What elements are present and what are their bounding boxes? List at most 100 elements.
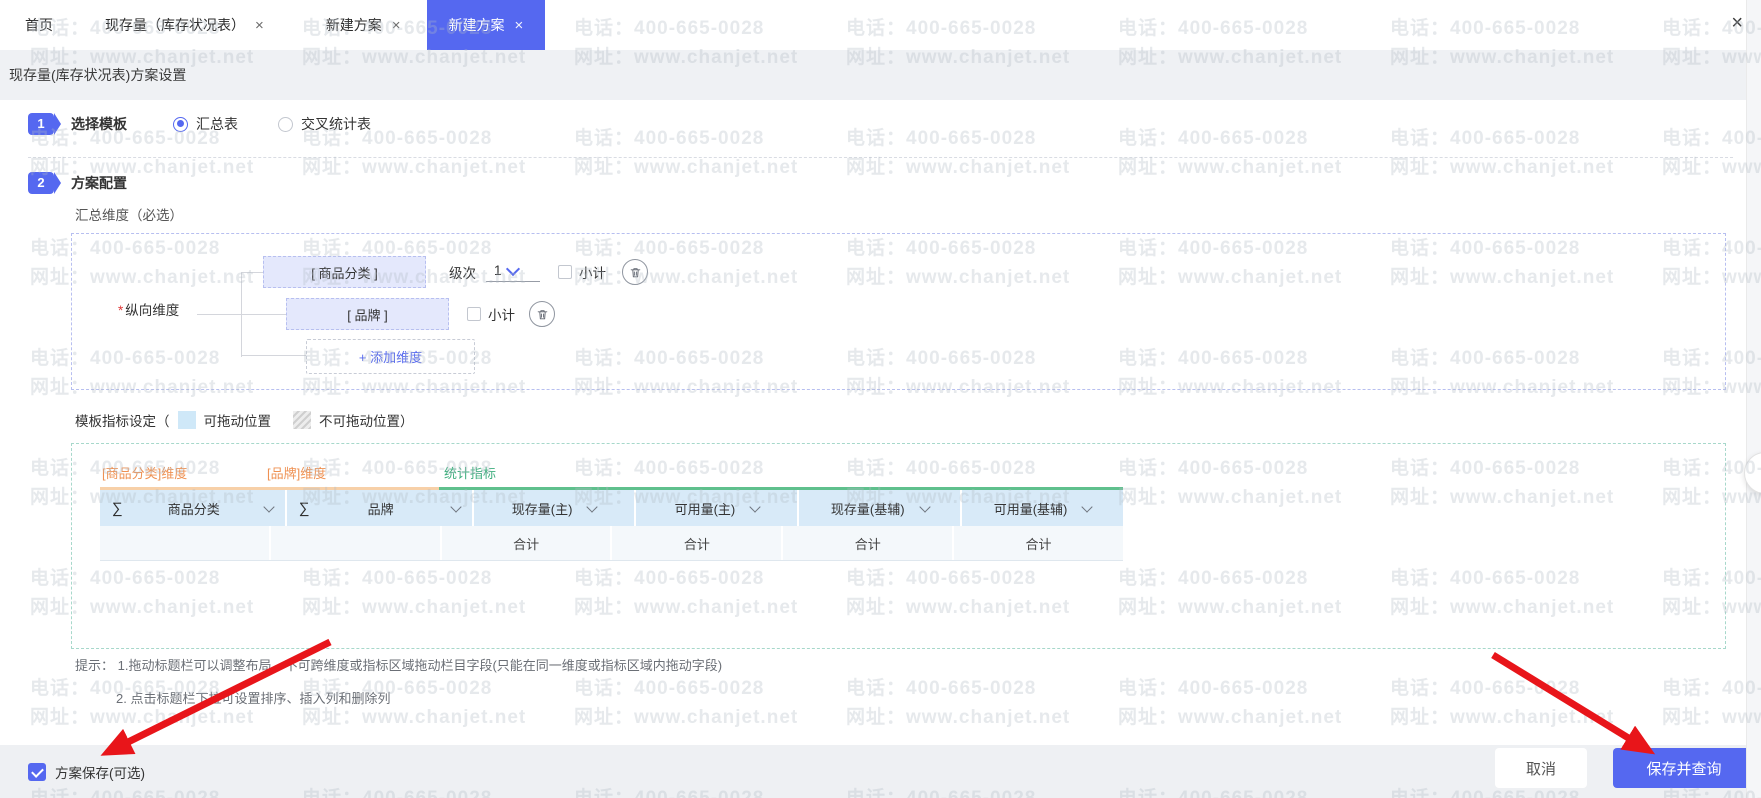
tip-line-2: 2. 点击标题栏下拉可设置排序、插入列和删除列 [116,691,391,706]
chevron-down-icon[interactable] [449,500,462,513]
stat-group-label: 统计指标 [444,466,497,481]
step1-badge: 1 [28,113,61,135]
chevron-down-icon[interactable] [918,500,931,513]
watermark: 电话：400-665-0028网址：www.chanjet.net [1118,678,1343,728]
chevron-down-icon[interactable] [505,261,520,276]
column-label: 现存量(主) [511,501,573,517]
cancel-button[interactable]: 取消 [1495,748,1587,788]
tab-new-plan-1[interactable]: 新建方案 × [314,0,413,50]
sigma-icon[interactable]: ∑ [299,500,310,517]
preview-table: ∑ 商品分类 ∑ 品牌 现存量(主) 可用量(主) 现存量(基辅) 可用量(基辅… [100,490,1123,561]
footer-bar: 方案保存(可选) 取消 保存并查询 [0,745,1761,798]
column-label: 现存量(基辅) [830,501,905,517]
radio-summary-table[interactable]: 汇总表 [173,114,238,134]
total-cell: 合计 [783,526,955,560]
level-label: 级次 [449,266,476,281]
level-value: 1 [494,262,502,278]
radio-selected-icon[interactable] [173,116,188,132]
scrollbar-track[interactable] [1746,0,1761,798]
subtotal-label: 小计 [488,308,515,323]
draggable-label: 可拖动位置 [203,414,272,429]
tab-home[interactable]: 首页 [19,0,59,50]
dimension-chip-label: [ 商品分类 ] [311,265,378,281]
total-cell-empty [271,526,442,560]
dimension-chip-brand[interactable]: [ 品牌 ] [286,298,449,330]
summary-dimension-heading: 汇总维度（必选） [75,208,183,223]
watermark: 电话：400-665-0028网址：www.chanjet.net [1390,128,1615,178]
col-header-available-aux[interactable]: 可用量(基辅) [962,490,1123,526]
trash-icon [630,267,640,277]
watermark: 电话：400-665-0028网址：www.chanjet.net [1390,678,1615,728]
dimension-config-panel: * 纵向维度 [ 商品分类 ] 级次 1 小计 [ 品牌 ] 小计 + 添加维度 [71,233,1726,390]
col-header-available-main[interactable]: 可用量(主) [636,490,800,526]
tip-line-1: 提示： 1.拖动标题栏可以调整布局、不可跨维度或指标区域拖动栏目字段(只能在同一… [75,658,723,673]
tab-new-plan-2-active[interactable]: 新建方案 × [426,0,546,50]
level-select[interactable]: 1 [486,261,540,282]
step2-badge: 2 [28,172,61,194]
close-icon[interactable]: × [1731,13,1743,33]
column-label: 品牌 [367,501,394,517]
col-header-onhand-main[interactable]: 现存量(主) [473,490,637,526]
dimension-chip-product-category[interactable]: [ 商品分类 ] [263,256,426,288]
tab-label: 新建方案 [448,17,505,33]
template-grid-panel: [商品分类]维度 [品牌]维度 统计指标 ∑ 商品分类 ∑ 品牌 现存量(主) [71,443,1726,649]
title-band: 现存量(库存状况表)方案设置 [0,50,1761,100]
column-label: 可用量(主) [674,501,736,517]
tab-bar: 首页 现存量（库存状况表） × 新建方案 × 新建方案 × [0,0,1761,50]
table-header-row: ∑ 商品分类 ∑ 品牌 现存量(主) 可用量(主) 现存量(基辅) 可用量(基辅… [100,490,1123,526]
tab-close-icon[interactable]: × [255,18,264,33]
indicator-setting-row: 模板指标设定（ 可拖动位置 不可拖动位置） [75,410,414,430]
total-cell: 合计 [1025,536,1052,552]
col-header-product-category[interactable]: ∑ 商品分类 [100,490,287,526]
radio-label: 汇总表 [196,116,238,132]
chevron-down-icon[interactable] [586,500,599,513]
step1-row: 1 选择模板 汇总表 交叉统计表 [28,111,371,137]
watermark: 电话：400-665-0028网址：www.chanjet.net [1118,128,1343,178]
dimension-chip-label: [ 品牌 ] [347,307,388,323]
save-plan-option[interactable]: 方案保存(可选) [28,762,145,782]
step1-title: 选择模板 [71,116,127,132]
subtotal-checkbox[interactable] [467,307,481,321]
watermark: 电话：400-665-0028网址：www.chanjet.net [846,128,1071,178]
page-title: 现存量(库存状况表)方案设置 [9,67,187,83]
not-draggable-swatch [293,411,311,429]
watermark: 电话：400-665-0028网址：www.chanjet.net [574,678,799,728]
watermark: 电话：400-665-0028网址：www.chanjet.net [846,678,1071,728]
tab-close-icon[interactable]: × [392,18,401,33]
tab-inventory-report[interactable]: 现存量（库存状况表） × [91,0,278,50]
sigma-icon[interactable]: ∑ [112,500,123,517]
dim-group-label-product-category: [商品分类]维度 [102,466,188,481]
tab-label: 现存量（库存状况表） [105,17,245,33]
vertical-dimension-label: * 纵向维度 [118,303,180,318]
save-and-query-button[interactable]: 保存并查询 [1613,748,1755,788]
tab-close-icon[interactable]: × [515,18,524,33]
tab-label: 首页 [25,17,53,33]
chevron-down-icon[interactable] [263,500,275,513]
column-label: 可用量(基辅) [993,501,1068,517]
subtotal-label: 小计 [579,266,606,281]
total-cell: 合计 [442,526,613,560]
radio-label: 交叉统计表 [301,116,371,132]
step2-title: 方案配置 [71,175,127,191]
chevron-down-icon[interactable] [1081,500,1094,513]
subtotal-checkbox[interactable] [558,265,572,279]
checked-checkbox-icon[interactable] [28,763,46,781]
total-cell: 合计 [612,526,784,560]
dimension-row-controls: 级次 1 小计 [449,256,648,288]
delete-dimension-button[interactable] [622,259,648,285]
column-label: 商品分类 [167,501,220,517]
required-mark: * [118,303,124,318]
chevron-down-icon[interactable] [749,500,761,513]
col-header-brand[interactable]: ∑ 品牌 [286,490,474,526]
radio-cross-table[interactable]: 交叉统计表 [278,114,371,134]
col-header-onhand-aux[interactable]: 现存量(基辅) [799,490,963,526]
watermark: 电话：400-665-0028网址：www.chanjet.net [574,128,799,178]
tree-connector-line [197,314,286,315]
tree-connector-line [241,355,306,356]
step2-row: 2 方案配置 [28,170,127,196]
delete-dimension-button[interactable] [529,301,555,327]
dim-group-label-brand: [品牌]维度 [267,466,327,481]
radio-unselected-icon[interactable] [278,116,293,132]
save-plan-label: 方案保存(可选) [55,766,145,781]
add-dimension-button[interactable]: + 添加维度 [306,339,475,374]
